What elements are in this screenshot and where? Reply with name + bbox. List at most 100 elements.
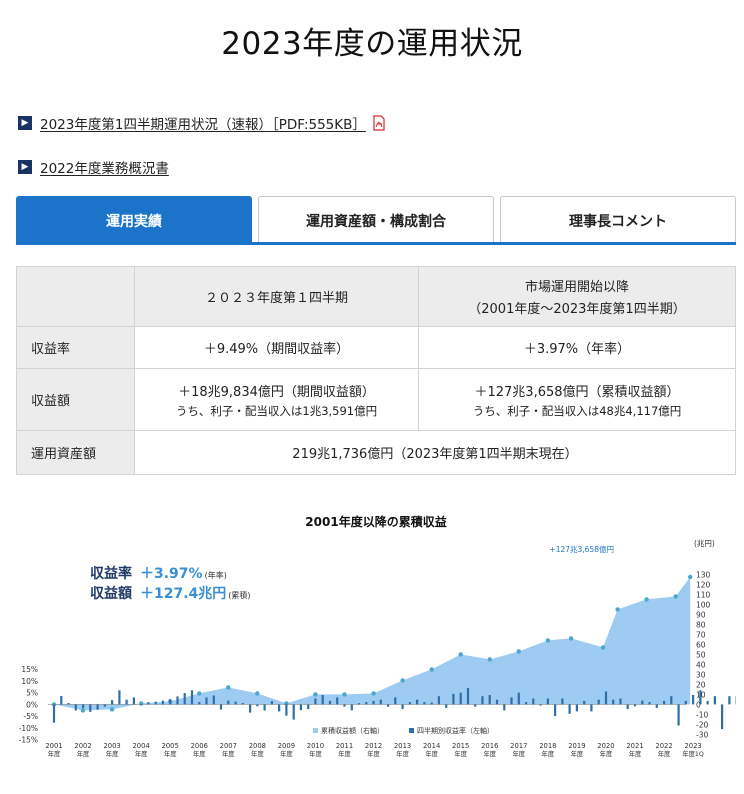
x-tick-sub: 年度 bbox=[513, 749, 526, 758]
right-axis-unit: (兆円) bbox=[694, 538, 715, 548]
quarterly-bar bbox=[590, 704, 593, 712]
quarterly-bar bbox=[241, 703, 244, 705]
left-axis-tick: 0% bbox=[26, 700, 38, 709]
annual-report-link-label[interactable]: 2022年度業務概況書 bbox=[40, 157, 169, 177]
tab-performance[interactable]: 運用実績 bbox=[16, 196, 252, 244]
quarterly-bar bbox=[583, 700, 586, 705]
quarterly-bar bbox=[343, 704, 346, 707]
quarterly-bar bbox=[670, 696, 673, 705]
x-tick-year: 2001 bbox=[45, 742, 62, 750]
cumulative-marker bbox=[371, 691, 376, 696]
quarterly-bar bbox=[161, 700, 164, 705]
quarterly-bar bbox=[561, 698, 564, 705]
quarterly-bar bbox=[256, 704, 259, 707]
cell-return-rate-quarter: ＋9.49%（期間収益率） bbox=[134, 326, 419, 369]
left-axis-tick: -10% bbox=[19, 724, 38, 733]
x-tick-year: 2010 bbox=[307, 742, 324, 750]
tab-assets-composition[interactable]: 運用資産額・構成割合 bbox=[258, 196, 494, 244]
right-axis-tick: 30 bbox=[696, 670, 706, 679]
quarterly-bar bbox=[52, 704, 56, 723]
left-axis-tick: 15% bbox=[21, 665, 38, 674]
quarterly-bar bbox=[387, 704, 390, 707]
x-tick-year: 2020 bbox=[597, 742, 614, 750]
quarterly-bar bbox=[357, 703, 361, 705]
legend-label-cumulative: 累積収益額（右軸） bbox=[321, 726, 384, 735]
x-tick-year: 2018 bbox=[539, 742, 556, 750]
quarterly-bar bbox=[713, 696, 716, 705]
quarterly-bar bbox=[270, 701, 273, 705]
summary-box: 収益率 ＋3.97% (年率) 収益額 ＋127.4兆円 (累積) bbox=[76, 559, 298, 603]
x-tick-year: 2009 bbox=[278, 742, 295, 750]
quarterly-bar bbox=[118, 690, 121, 705]
quarterly-bar bbox=[67, 703, 70, 705]
quarterly-bar bbox=[379, 699, 382, 705]
quarterly-bar bbox=[663, 700, 666, 705]
quarterly-bar bbox=[140, 704, 143, 706]
quarterly-bar bbox=[394, 697, 397, 705]
x-tick-year: 2022 bbox=[655, 742, 672, 750]
quarterly-bar bbox=[299, 704, 302, 711]
x-tick-sub: 年度 bbox=[629, 749, 642, 758]
quarterly-bar bbox=[503, 704, 506, 711]
quarterly-bar bbox=[336, 697, 339, 705]
quarterly-bar bbox=[89, 704, 92, 712]
x-tick-year: 2019 bbox=[568, 742, 585, 750]
quarterly-bar bbox=[728, 696, 731, 705]
quarterly-bar bbox=[525, 702, 528, 705]
x-tick-sub: 年度 bbox=[454, 749, 467, 758]
right-axis-tick: 10 bbox=[696, 690, 706, 699]
table-corner bbox=[16, 266, 135, 327]
quarterly-report-link[interactable]: ▶ 2023年度第1四半期運用状況（速報）［PDF:555KB］ bbox=[18, 113, 386, 133]
quarterly-bar bbox=[372, 700, 375, 705]
x-tick-year: 2017 bbox=[510, 742, 527, 750]
x-tick-year: 2013 bbox=[394, 742, 411, 750]
quarterly-report-link-label[interactable]: 2023年度第1四半期運用状況（速報）［PDF:555KB］ bbox=[40, 113, 366, 133]
cumulative-marker bbox=[80, 708, 86, 713]
quarterly-bar bbox=[183, 693, 186, 705]
cumulative-marker bbox=[487, 657, 492, 662]
cumulative-marker bbox=[342, 692, 347, 697]
quarterly-bar bbox=[655, 704, 658, 708]
x-tick-sub: 年度 bbox=[600, 749, 613, 758]
quarterly-bar bbox=[365, 702, 368, 705]
x-tick-sub: 年度 bbox=[106, 749, 119, 758]
x-tick-sub: 年度 bbox=[280, 749, 293, 758]
quarterly-bar bbox=[546, 698, 549, 705]
x-tick-year: 2007 bbox=[220, 742, 237, 750]
quarterly-bar bbox=[125, 699, 128, 705]
cumulative-marker bbox=[545, 638, 551, 643]
quarterly-bar bbox=[692, 695, 695, 705]
quarterly-bar bbox=[459, 692, 462, 705]
quarterly-bar bbox=[517, 692, 520, 705]
x-tick-sub: 年度 bbox=[658, 749, 671, 758]
cumulative-marker bbox=[313, 692, 318, 697]
quarterly-bar bbox=[350, 704, 353, 711]
summary-box-rate-unit: (年率) bbox=[205, 570, 227, 580]
x-tick-sub: 年度 bbox=[135, 749, 148, 758]
row-label-assets: 運用資産額 bbox=[16, 430, 135, 475]
cumulative-marker bbox=[673, 594, 678, 599]
tab-president-comment[interactable]: 理事長コメント bbox=[500, 196, 736, 244]
quarterly-bar bbox=[169, 699, 172, 705]
quarterly-bar bbox=[452, 693, 455, 705]
quarterly-bar bbox=[619, 698, 622, 705]
x-tick-sub: 年度 bbox=[338, 749, 351, 758]
tab-bar: 運用実績 運用資産額・構成割合 理事長コメント bbox=[16, 196, 736, 244]
quarterly-bar bbox=[292, 704, 295, 720]
right-axis-tick: 100 bbox=[696, 600, 711, 609]
cell-return-amount-since-start: ＋127兆3,658億円（累積収益額） うち、利子・配当収入は48兆4,117億… bbox=[418, 368, 736, 431]
quarterly-bar bbox=[103, 704, 106, 707]
cumulative-marker bbox=[644, 597, 649, 602]
quarterly-bar bbox=[721, 704, 724, 729]
annual-report-link[interactable]: ▶ 2022年度業務概況書 bbox=[18, 157, 169, 177]
quarterly-bar bbox=[437, 696, 440, 705]
x-tick-year: 2003 bbox=[103, 742, 120, 750]
left-axis-tick: -15% bbox=[19, 736, 38, 745]
cell-assets-value: 219兆1,736億円（2023年度第1四半期末現在） bbox=[134, 430, 736, 475]
cumulative-marker bbox=[516, 649, 521, 654]
quarterly-bar bbox=[111, 700, 114, 705]
quarterly-bar bbox=[677, 704, 680, 726]
pdf-icon[interactable] bbox=[372, 115, 386, 131]
right-axis-tick: 20 bbox=[696, 680, 706, 689]
quarterly-bar bbox=[408, 702, 411, 705]
